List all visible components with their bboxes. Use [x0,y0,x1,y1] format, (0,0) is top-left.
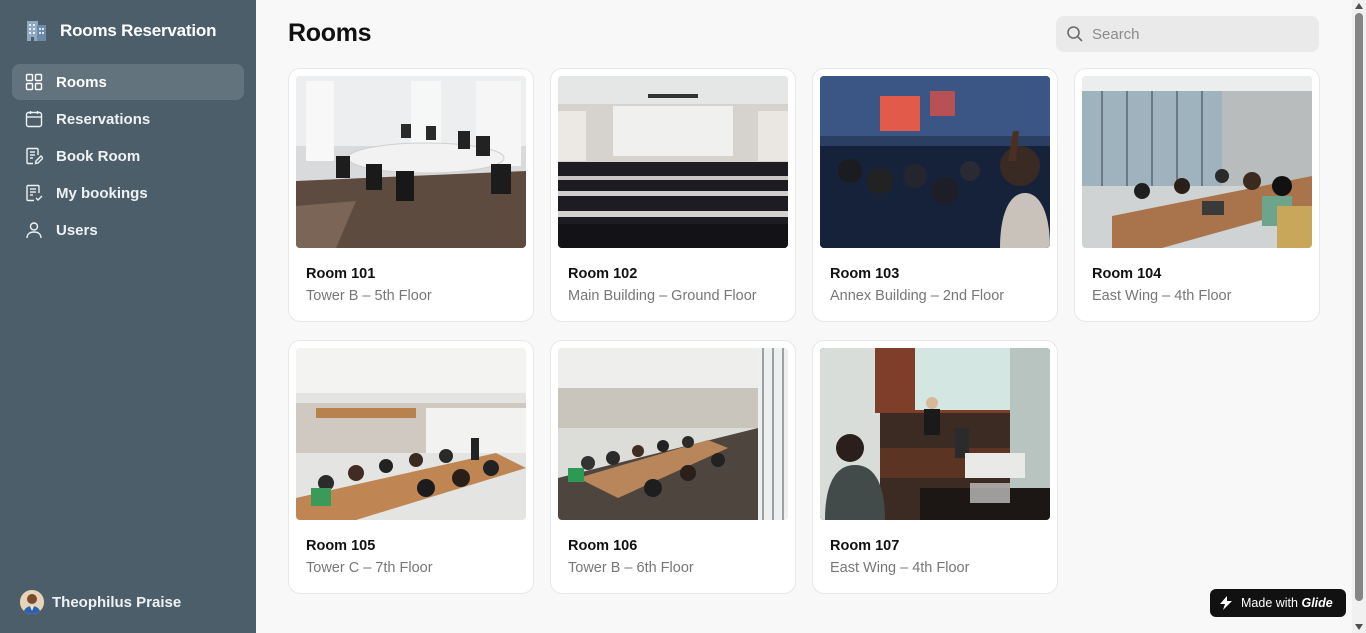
sidebar-item-label: Book Room [56,147,141,165]
sidebar-item-reservations[interactable]: Reservations [12,101,244,137]
room-name: Room 101 [306,266,376,282]
room-location: East Wing – 4th Floor [830,560,970,576]
room-location: Tower C – 7th Floor [306,560,433,576]
badge-brand: Glide [1301,596,1333,610]
user-icon [25,221,43,239]
room-name: Room 105 [306,538,376,554]
sidebar-item-users[interactable]: Users [12,212,244,248]
scrollbar[interactable] [1352,0,1366,633]
room-photo [820,76,1050,248]
sidebar-item-book-room[interactable]: Book Room [12,138,244,174]
main-content: Rooms Roo [256,0,1352,633]
room-card[interactable]: Room 107 East Wing – 4th Floor [812,340,1058,594]
sidebar-item-label: My bookings [56,184,148,202]
search-box[interactable] [1056,16,1319,52]
room-location: Main Building – Ground Floor [568,288,757,304]
room-name: Room 106 [568,538,638,554]
scroll-down-arrow-icon[interactable] [1355,624,1363,630]
scroll-thumb[interactable] [1355,13,1363,601]
sidebar-item-label: Reservations [56,110,151,128]
sidebar-item-my-bookings[interactable]: My bookings [12,175,244,211]
room-photo [1082,76,1312,248]
room-location: Tower B – 6th Floor [568,560,694,576]
glide-logo-icon [1220,596,1232,610]
room-name: Room 102 [568,266,638,282]
room-card[interactable]: Room 101 Tower B – 5th Floor [288,68,534,322]
scroll-up-arrow-icon[interactable] [1355,3,1363,9]
sidebar-item-rooms[interactable]: Rooms [12,64,244,100]
made-with-glide-badge[interactable]: Made with Glide [1210,589,1346,617]
sidebar-nav: Rooms Reservations Book Room My bookings… [12,64,244,249]
list-document-icon [25,184,43,202]
room-name: Room 107 [830,538,900,554]
room-card[interactable]: Room 102 Main Building – Ground Floor [550,68,796,322]
app-header[interactable]: Rooms Reservation [24,18,216,43]
user-name: Theophilus Praise [52,593,182,611]
sidebar: Rooms Reservation Rooms Reservations Boo… [0,0,256,633]
grid-icon [25,73,43,91]
app-title: Rooms Reservation [60,20,217,40]
sidebar-item-label: Users [56,221,98,239]
rooms-grid: Room 101 Tower B – 5th Floor Room 102 Ma… [288,68,1320,594]
room-card[interactable]: Room 106 Tower B – 6th Floor [550,340,796,594]
building-icon [24,18,49,43]
room-photo [558,76,788,248]
search-input[interactable] [1092,25,1312,43]
room-location: Tower B – 5th Floor [306,288,432,304]
room-card[interactable]: Room 103 Annex Building – 2nd Floor [812,68,1058,322]
room-name: Room 104 [1092,266,1162,282]
avatar [20,590,44,614]
room-photo [296,348,526,520]
sidebar-item-label: Rooms [56,73,107,91]
badge-prefix: Made with [1241,596,1298,610]
page-title: Rooms [288,19,372,47]
room-location: East Wing – 4th Floor [1092,288,1232,304]
room-photo [820,348,1050,520]
room-card[interactable]: Room 104 East Wing – 4th Floor [1074,68,1320,322]
room-card[interactable]: Room 105 Tower C – 7th Floor [288,340,534,594]
room-location: Annex Building – 2nd Floor [830,288,1005,304]
calendar-icon [25,110,43,128]
search-icon [1066,25,1084,43]
badge-text: Made with Glide [1241,596,1333,610]
room-name: Room 103 [830,266,900,282]
edit-document-icon [25,147,43,165]
user-profile[interactable]: Theophilus Praise [20,590,181,614]
room-photo [296,76,526,248]
room-photo [558,348,788,520]
